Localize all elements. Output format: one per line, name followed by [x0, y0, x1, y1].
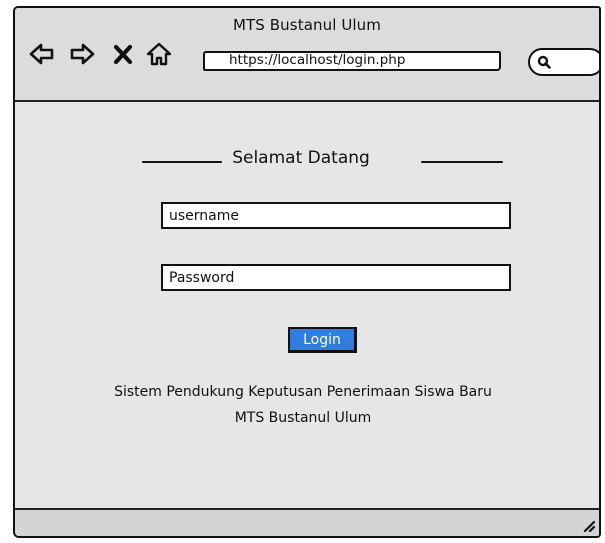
stop-x-icon[interactable]: [112, 41, 134, 67]
browser-window: MTS Bustanul Ulum https://localhost/logi…: [13, 6, 601, 538]
username-input[interactable]: [161, 202, 511, 229]
home-icon[interactable]: [146, 41, 172, 67]
resize-grip-icon[interactable]: [579, 516, 595, 532]
status-bar: [15, 508, 599, 536]
login-heading-row: Selamat Datang: [15, 148, 599, 172]
browser-toolbar: MTS Bustanul Ulum https://localhost/logi…: [15, 8, 599, 102]
footer-school-name: MTS Bustanul Ulum: [234, 410, 372, 426]
heading-divider-right: [421, 161, 503, 163]
search-field[interactable]: [528, 48, 599, 76]
back-arrow-icon[interactable]: [29, 41, 55, 67]
window-title: MTS Bustanul Ulum: [233, 16, 381, 34]
password-input[interactable]: [161, 264, 511, 291]
login-button[interactable]: Login: [288, 327, 357, 353]
footer-system-name: Sistem Pendukung Keputusan Penerimaan Si…: [114, 384, 492, 400]
page-content: Selamat Datang Login Sistem Pendukung Ke…: [15, 102, 599, 510]
search-icon: [537, 55, 551, 69]
page-title: Selamat Datang: [232, 148, 370, 168]
address-url: https://localhost/login.php: [229, 52, 406, 68]
forward-arrow-icon[interactable]: [69, 41, 95, 67]
address-bar[interactable]: https://localhost/login.php: [203, 51, 501, 71]
